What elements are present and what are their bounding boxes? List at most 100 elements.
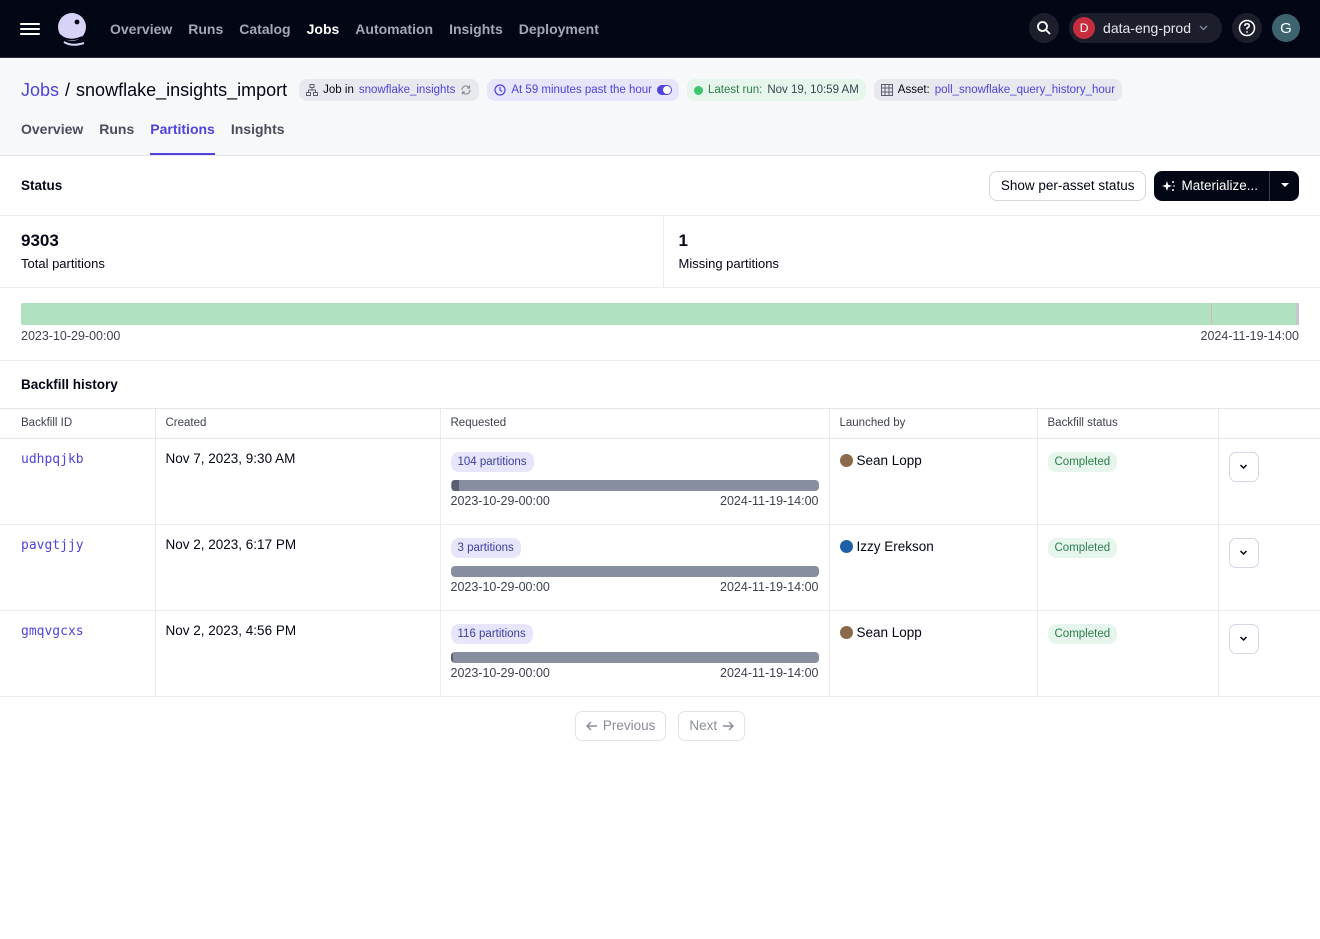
launched-by-name: Izzy Erekson (856, 538, 934, 554)
status-badge: Completed (1047, 451, 1118, 472)
success-dot-icon (694, 85, 704, 95)
table-row: udhpqjkb Nov 7, 2023, 9:30 AM 104 partit… (0, 438, 1320, 525)
previous-page-button[interactable]: Previous (574, 710, 667, 741)
job-location-prefix: Job in (323, 84, 354, 96)
tab-partitions[interactable]: Partitions (150, 121, 215, 155)
tab-insights[interactable]: Insights (231, 121, 285, 155)
requested-range-bar (450, 651, 819, 663)
chevron-down-icon (1199, 25, 1208, 31)
partition-status-bar[interactable] (21, 303, 1299, 325)
requested-partitions-tag[interactable]: 116 partitions (450, 623, 533, 644)
dagster-logo[interactable] (54, 11, 90, 47)
page-header: Jobs / snowflake_insights_import Job in … (0, 58, 1320, 156)
top-navigation: Overview Runs Catalog Jobs Automation In… (0, 0, 1320, 58)
deployment-avatar: D (1073, 17, 1096, 39)
latest-run-value[interactable]: Nov 19, 10:59 AM (767, 84, 858, 96)
deployment-name: data-eng-prod (1103, 20, 1191, 36)
nav-jobs[interactable]: Jobs (307, 21, 340, 37)
column-header-backfill-status: Backfill status (1036, 409, 1218, 439)
tab-runs[interactable]: Runs (99, 121, 134, 155)
next-label: Next (689, 718, 718, 733)
breadcrumb-separator: / (65, 79, 71, 100)
backfill-id-link[interactable]: pavgtjjy (21, 538, 84, 553)
requested-range-bar (450, 565, 819, 577)
status-badge: Completed (1047, 623, 1118, 644)
table-row: pavgtjjy Nov 2, 2023, 6:17 PM 3 partitio… (0, 524, 1320, 611)
requested-partitions-tag[interactable]: 3 partitions (450, 537, 521, 558)
row-actions-button[interactable] (1228, 623, 1259, 654)
requested-range-segment (450, 651, 454, 663)
breadcrumb-jobs[interactable]: Jobs (21, 80, 59, 101)
row-actions-button[interactable] (1228, 451, 1259, 482)
status-title: Status (21, 178, 63, 193)
deployment-selector[interactable]: D data-eng-prod (1069, 13, 1222, 43)
materialize-button[interactable]: Materialize... (1154, 171, 1269, 201)
search-icon (1037, 21, 1051, 35)
requested-range-bar (450, 479, 819, 491)
table-row: gmqvgcxs Nov 2, 2023, 4:56 PM 116 partit… (0, 610, 1320, 697)
row-actions-button[interactable] (1228, 537, 1259, 568)
help-icon (1238, 19, 1256, 37)
nav-overview[interactable]: Overview (110, 21, 172, 37)
backfill-id-link[interactable]: udhpqjkb (21, 452, 84, 467)
nav-runs[interactable]: Runs (188, 21, 223, 37)
caret-down-icon (1280, 183, 1289, 187)
range-start: 2023-10-29-00:00 (450, 665, 550, 680)
backfill-table: Backfill ID Created Requested Launched b… (0, 409, 1320, 697)
latest-run-tag[interactable]: Latest run: Nov 19, 10:59 AM (687, 79, 866, 101)
backfill-created: Nov 7, 2023, 9:30 AM (165, 450, 296, 466)
pagination: Previous Next (0, 710, 1320, 741)
search-button[interactable] (1029, 13, 1060, 43)
next-page-button[interactable]: Next (678, 710, 746, 741)
missing-partition-segment[interactable] (1296, 303, 1299, 325)
missing-partitions-stat: 1 Missing partitions (662, 216, 1320, 287)
user-avatar-icon (839, 539, 853, 553)
arrow-left-icon (585, 721, 597, 730)
asset-link[interactable]: poll_snowflake_query_history_hour (935, 84, 1115, 96)
column-header-actions (1217, 409, 1320, 439)
schedule-toggle[interactable] (657, 85, 673, 95)
range-start: 2023-10-29-00:00 (450, 579, 550, 594)
reload-icon[interactable] (460, 84, 472, 96)
user-avatar[interactable]: G (1272, 14, 1300, 42)
partition-marker (1210, 303, 1212, 325)
nav-deployment[interactable]: Deployment (519, 21, 599, 37)
arrow-right-icon (723, 721, 735, 730)
requested-partitions-tag[interactable]: 104 partitions (450, 451, 534, 472)
status-badge: Completed (1047, 537, 1118, 558)
schedule-text: At 59 minutes past the hour (511, 84, 653, 96)
launched-by-name: Sean Lopp (856, 452, 922, 468)
help-button[interactable] (1232, 13, 1262, 43)
user-avatar-icon (839, 625, 853, 639)
show-per-asset-status-button[interactable]: Show per-asset status (988, 170, 1147, 201)
range-end: 2024-11-19-14:00 (720, 579, 819, 594)
column-header-created: Created (154, 409, 440, 439)
missing-partitions-value: 1 (678, 231, 688, 250)
backfill-created: Nov 2, 2023, 4:56 PM (165, 622, 297, 638)
backfill-id-link[interactable]: gmqvgcxs (21, 624, 84, 639)
table-icon (880, 84, 893, 96)
latest-run-label: Latest run: (708, 84, 763, 96)
nav-catalog[interactable]: Catalog (239, 21, 290, 37)
job-tabs: Overview Runs Partitions Insights (0, 108, 1320, 155)
schedule-tag[interactable]: At 59 minutes past the hour (487, 79, 680, 101)
partition-stats: 9303 Total partitions 1 Missing partitio… (0, 216, 1320, 288)
job-graph-icon (306, 84, 319, 96)
chevron-down-icon (1239, 463, 1248, 469)
asset-tag: Asset: poll_snowflake_query_history_hour (873, 79, 1123, 101)
job-location-tag: Job in snowflake_insights (299, 79, 480, 101)
total-partitions-value: 9303 (21, 231, 59, 250)
job-location-link[interactable]: snowflake_insights (359, 84, 456, 96)
menu-icon[interactable] (20, 21, 40, 37)
nav-automation[interactable]: Automation (355, 21, 433, 37)
partition-range-start: 2023-10-29-00:00 (21, 329, 121, 343)
missing-partitions-label: Missing partitions (678, 256, 779, 271)
materialize-dropdown-button[interactable] (1269, 170, 1299, 201)
chevron-down-icon (1239, 635, 1248, 641)
nav-insights[interactable]: Insights (449, 21, 503, 37)
materialize-button-group: Materialize... (1154, 170, 1299, 201)
range-start: 2023-10-29-00:00 (450, 493, 550, 508)
tab-overview[interactable]: Overview (21, 121, 83, 155)
clock-icon (494, 84, 506, 96)
backfill-history-header: Backfill history (0, 361, 1320, 409)
